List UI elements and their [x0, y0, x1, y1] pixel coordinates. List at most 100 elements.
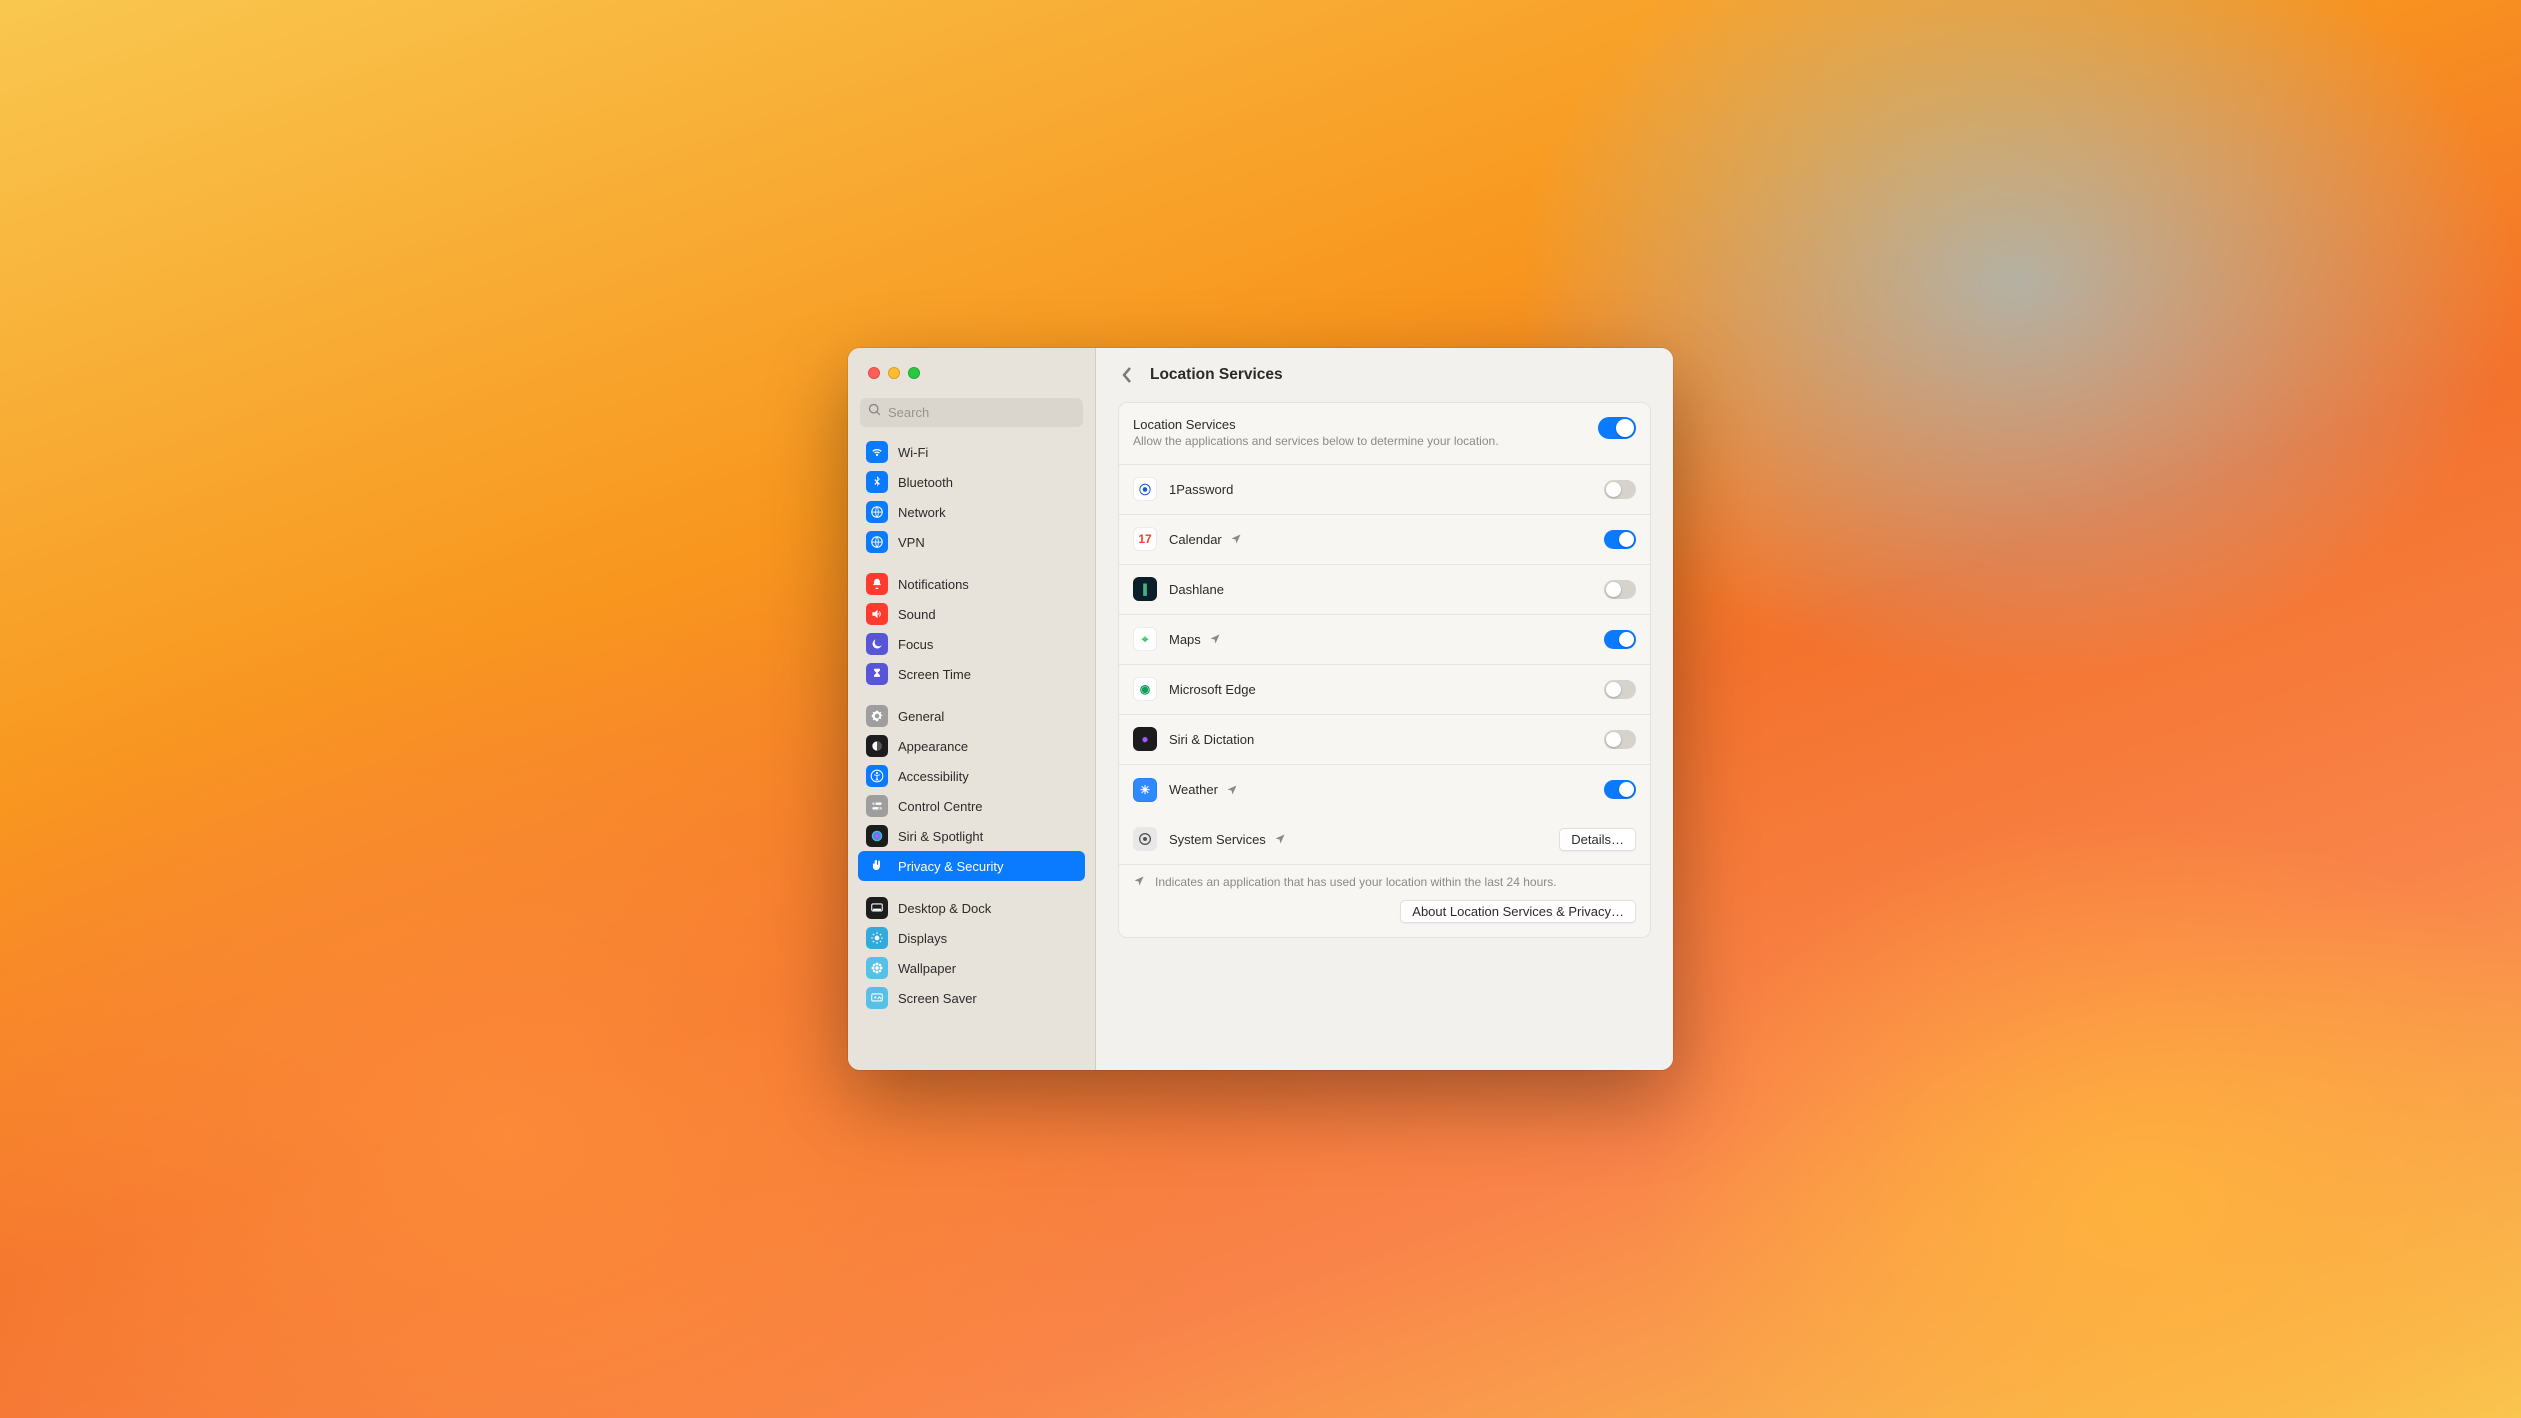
sidebar-label: Accessibility — [898, 769, 969, 784]
sidebar-item-sound[interactable]: Sound — [858, 599, 1085, 629]
globe-icon — [866, 531, 888, 553]
app-name-label: Dashlane — [1169, 582, 1224, 597]
sidebar-item-general[interactable]: General — [858, 701, 1085, 731]
calendar-toggle[interactable] — [1604, 530, 1636, 549]
sidebar-label: Sound — [898, 607, 936, 622]
card-footer: Indicates an application that has used y… — [1119, 865, 1650, 937]
window-controls — [848, 348, 1095, 398]
bell-icon — [866, 573, 888, 595]
sidebar-label: Appearance — [898, 739, 968, 754]
1password-toggle[interactable] — [1604, 480, 1636, 499]
sidebar-item-vpn[interactable]: VPN — [858, 527, 1085, 557]
sidebar-label: VPN — [898, 535, 925, 550]
switches-icon — [866, 795, 888, 817]
sidebar-label: Bluetooth — [898, 475, 953, 490]
close-button[interactable] — [868, 367, 880, 379]
sidebar-label: Screen Time — [898, 667, 971, 682]
location-arrow-icon — [1133, 875, 1145, 890]
1password-icon: ⦿ — [1133, 477, 1157, 501]
sidebar-label: Screen Saver — [898, 991, 977, 1006]
dashlane-toggle[interactable] — [1604, 580, 1636, 599]
app-row-microsoft-edge: ◉ Microsoft Edge — [1119, 665, 1650, 715]
siri-dictation-toggle[interactable] — [1604, 730, 1636, 749]
minimize-button[interactable] — [888, 367, 900, 379]
sidebar-item-accessibility[interactable]: Accessibility — [858, 761, 1085, 791]
wifi-icon — [866, 441, 888, 463]
location-services-card: Location Services Allow the applications… — [1118, 402, 1651, 938]
sidebar-item-notifications[interactable]: Notifications — [858, 569, 1085, 599]
master-toggle-description: Allow the applications and services belo… — [1133, 434, 1586, 450]
sidebar-item-focus[interactable]: Focus — [858, 629, 1085, 659]
sidebar-item-siri-spotlight[interactable]: Siri & Spotlight — [858, 821, 1085, 851]
sidebar-item-wallpaper[interactable]: Wallpaper — [858, 953, 1085, 983]
calendar-icon: 17 — [1133, 527, 1157, 551]
weather-toggle[interactable] — [1604, 780, 1636, 799]
accessibility-icon — [866, 765, 888, 787]
flower-icon — [866, 957, 888, 979]
gear-icon — [866, 705, 888, 727]
content-pane: Location Services Location Services Allo… — [1096, 348, 1673, 1070]
back-button[interactable] — [1118, 366, 1136, 384]
hourglass-icon — [866, 663, 888, 685]
dock-icon — [866, 897, 888, 919]
sidebar-item-screen-saver[interactable]: Screen Saver — [858, 983, 1085, 1013]
maps-toggle[interactable] — [1604, 630, 1636, 649]
maximize-button[interactable] — [908, 367, 920, 379]
app-row-weather: ☀ Weather — [1119, 765, 1650, 815]
sidebar-item-desktop-dock[interactable]: Desktop & Dock — [858, 893, 1085, 923]
sidebar-item-bluetooth[interactable]: Bluetooth — [858, 467, 1085, 497]
location-services-toggle[interactable] — [1598, 417, 1636, 439]
app-name-label: Microsoft Edge — [1169, 682, 1256, 697]
sidebar-item-network[interactable]: Network — [858, 497, 1085, 527]
legend-row: Indicates an application that has used y… — [1133, 875, 1636, 890]
dashlane-icon: ∥ — [1133, 577, 1157, 601]
app-row-siri-dictation: ●Siri & Dictation — [1119, 715, 1650, 765]
weather-icon: ☀ — [1133, 778, 1157, 802]
sidebar-label: Siri & Spotlight — [898, 829, 983, 844]
sidebar-label: Desktop & Dock — [898, 901, 991, 916]
sidebar: Wi-Fi Bluetooth Network VPN Notifications Sou… — [848, 348, 1096, 1070]
page-title: Location Services — [1150, 366, 1283, 384]
search-field[interactable] — [860, 398, 1083, 427]
sidebar-item-wi-fi[interactable]: Wi-Fi — [858, 437, 1085, 467]
siri-icon — [866, 825, 888, 847]
sidebar-label: Notifications — [898, 577, 969, 592]
sidebar-label: Privacy & Security — [898, 859, 1003, 874]
microsoft-edge-icon: ◉ — [1133, 677, 1157, 701]
content-header: Location Services — [1096, 348, 1673, 402]
search-input[interactable] — [888, 405, 1075, 420]
sun-icon — [866, 927, 888, 949]
maps-icon: ⌖ — [1133, 627, 1157, 651]
microsoft-edge-toggle[interactable] — [1604, 680, 1636, 699]
legend-text: Indicates an application that has used y… — [1155, 875, 1557, 889]
sidebar-label: Displays — [898, 931, 947, 946]
sidebar-list[interactable]: Wi-Fi Bluetooth Network VPN Notifications Sou… — [848, 437, 1095, 1070]
sidebar-item-screen-time[interactable]: Screen Time — [858, 659, 1085, 689]
system-settings-window: Wi-Fi Bluetooth Network VPN Notifications Sou… — [848, 348, 1673, 1070]
app-row-calendar: 17 Calendar — [1119, 515, 1650, 565]
sidebar-label: Focus — [898, 637, 933, 652]
system-services-row: System Services Details… — [1119, 815, 1650, 865]
moon-icon — [866, 633, 888, 655]
sidebar-label: Wallpaper — [898, 961, 956, 976]
sidebar-item-appearance[interactable]: Appearance — [858, 731, 1085, 761]
speaker-icon — [866, 603, 888, 625]
sidebar-item-privacy-security[interactable]: Privacy & Security — [858, 851, 1085, 881]
about-button[interactable]: About Location Services & Privacy… — [1400, 900, 1636, 923]
sidebar-item-displays[interactable]: Displays — [858, 923, 1085, 953]
app-name-label: Calendar — [1169, 532, 1222, 547]
system-services-label: System Services — [1169, 832, 1266, 847]
sidebar-label: Control Centre — [898, 799, 983, 814]
details-button[interactable]: Details… — [1559, 828, 1636, 851]
search-icon — [868, 403, 882, 422]
app-name-label: Siri & Dictation — [1169, 732, 1254, 747]
sidebar-label: General — [898, 709, 944, 724]
app-row-dashlane: ∥ Dashlane — [1119, 565, 1650, 615]
screensaver-icon — [866, 987, 888, 1009]
hand-icon — [866, 855, 888, 877]
master-toggle-row: Location Services Allow the applications… — [1119, 403, 1650, 465]
app-name-label: Maps — [1169, 632, 1201, 647]
globe-icon — [866, 501, 888, 523]
app-name-label: Weather — [1169, 782, 1218, 797]
sidebar-item-control-centre[interactable]: Control Centre — [858, 791, 1085, 821]
